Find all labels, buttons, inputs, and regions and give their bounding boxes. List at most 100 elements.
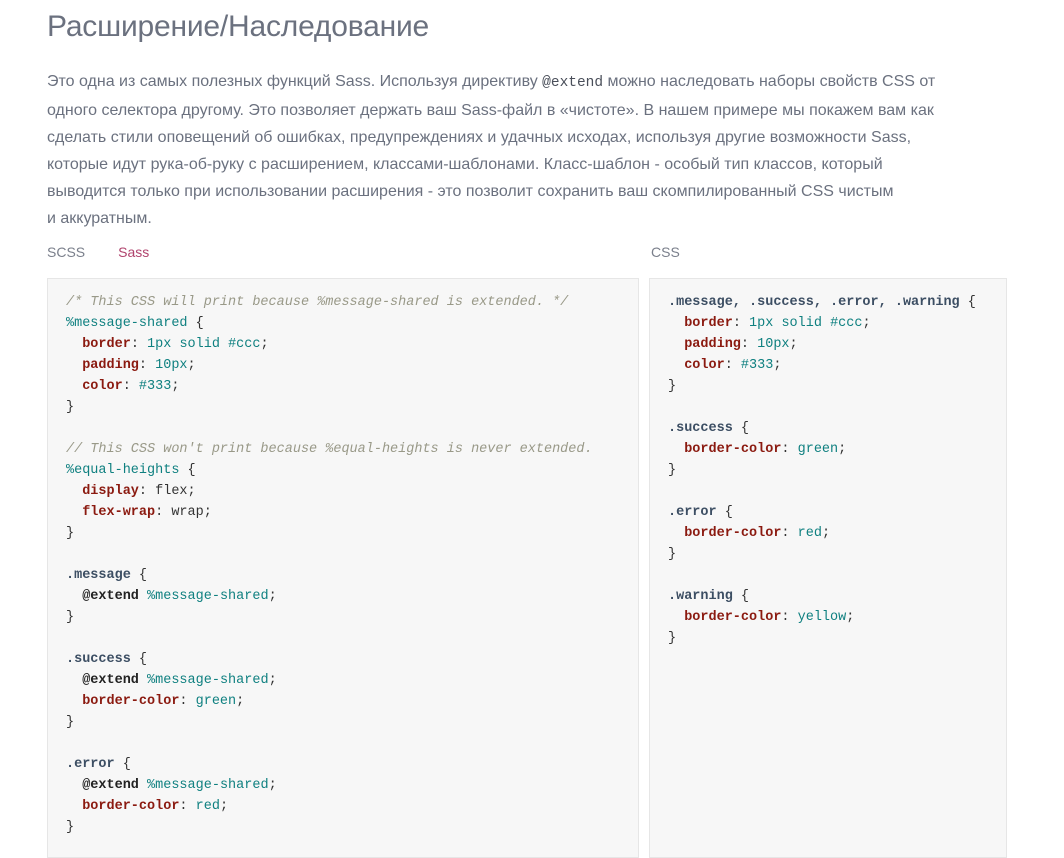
output-tabs: CSS	[651, 244, 680, 260]
code-token: green	[195, 694, 237, 709]
code-token: :	[781, 442, 798, 457]
code-token: {	[130, 568, 148, 583]
intro-paragraph: Это одна из самых полезных функций Sass.…	[47, 68, 1007, 232]
code-token: %equal-heights	[66, 463, 180, 478]
code-token: 10px	[155, 358, 188, 373]
code-token: @extend	[82, 589, 139, 604]
intro-line: одного селектора другому. Это позволяет …	[47, 102, 934, 119]
code-token: :	[130, 337, 148, 352]
code-token: border-color	[684, 610, 782, 625]
tab-scss[interactable]: SCSS	[47, 244, 85, 260]
code-token: ;	[268, 673, 277, 688]
code-line: flex-wrap: wrap;	[66, 505, 212, 520]
intro-text: можно наследовать наборы свойств CSS от	[603, 73, 936, 90]
code-token: {	[959, 295, 976, 310]
scss-code-panel: /* This CSS will print because %message-…	[47, 278, 639, 858]
code-line: border-color: yellow;	[668, 610, 854, 625]
code-token: %message-shared	[147, 673, 269, 688]
code-token: @extend	[82, 778, 139, 793]
code-token: :	[732, 316, 750, 331]
code-token: padding	[684, 337, 741, 352]
code-token: }	[668, 463, 677, 478]
code-token: 1px	[749, 316, 774, 331]
code-token: %message-shared	[147, 589, 269, 604]
code-token: }	[668, 547, 677, 562]
scss-code-block: /* This CSS will print because %message-…	[48, 279, 638, 838]
code-token: border-color	[684, 526, 782, 541]
code-token: :	[138, 358, 156, 373]
tab-css[interactable]: CSS	[651, 244, 680, 260]
code-line: .success {	[668, 421, 749, 436]
code-line: %message-shared {	[66, 316, 204, 331]
intro-line: сделать стили оповещений об ошибках, пре…	[47, 129, 912, 146]
code-line: %equal-heights {	[66, 463, 196, 478]
code-line: .warning {	[668, 589, 749, 604]
code-token: }	[66, 715, 75, 730]
code-token: ;	[862, 316, 871, 331]
tab-sass[interactable]: Sass	[118, 244, 149, 260]
code-token: }	[66, 610, 75, 625]
code-token: color	[82, 379, 123, 394]
code-token: .warning	[668, 589, 733, 604]
code-token: :	[781, 610, 798, 625]
code-line: .error {	[66, 757, 131, 772]
code-token: color	[684, 358, 725, 373]
code-line: @extend %message-shared;	[66, 589, 276, 604]
intro-line: которые идут рука-об-руку с расширением,…	[47, 156, 883, 173]
code-token: .message	[66, 568, 131, 583]
code-line: }	[66, 715, 74, 730]
intro-line: выводится только при использовании расши…	[47, 183, 894, 200]
code-line: .success {	[66, 652, 147, 667]
code-token: 10px	[757, 337, 790, 352]
code-token: yellow	[797, 610, 847, 625]
code-token: ;	[171, 379, 180, 394]
code-token: #ccc	[830, 316, 863, 331]
code-token: {	[130, 652, 148, 667]
code-token: border	[82, 337, 131, 352]
code-token: {	[114, 757, 131, 772]
code-token: ;	[838, 442, 847, 457]
code-line: // This CSS won't print because %equal-h…	[66, 442, 593, 457]
code-line: @extend %message-shared;	[66, 778, 277, 793]
code-token: ;	[219, 799, 229, 814]
code-token: .message, .success, .error, .warning	[668, 295, 960, 310]
code-line: }	[66, 820, 74, 835]
code-line: .message, .success, .error, .warning {	[668, 295, 976, 310]
code-line: }	[668, 379, 676, 394]
code-token: :	[122, 379, 139, 394]
code-line: /* This CSS will print because %message-…	[66, 295, 568, 310]
code-token: solid	[781, 316, 822, 331]
code-token: :	[724, 358, 741, 373]
code-token: ;	[236, 694, 245, 709]
code-token: .error	[668, 505, 717, 520]
code-token: red	[797, 526, 822, 541]
code-token: {	[187, 316, 204, 331]
code-token: ;	[773, 358, 782, 373]
code-line: padding: 10px;	[668, 337, 797, 352]
code-token: :	[179, 694, 196, 709]
code-line: }	[66, 610, 74, 625]
code-token: ;	[268, 778, 277, 793]
code-token: :	[740, 337, 758, 352]
code-token: :	[781, 526, 798, 541]
code-token: ;	[821, 526, 831, 541]
code-line: border-color: green;	[66, 694, 244, 709]
css-code-panel: .message, .success, .error, .warning { b…	[649, 278, 1007, 858]
code-line: padding: 10px;	[66, 358, 195, 373]
code-line: border-color: red;	[66, 799, 228, 814]
code-line: border: 1px solid #ccc;	[66, 337, 268, 352]
